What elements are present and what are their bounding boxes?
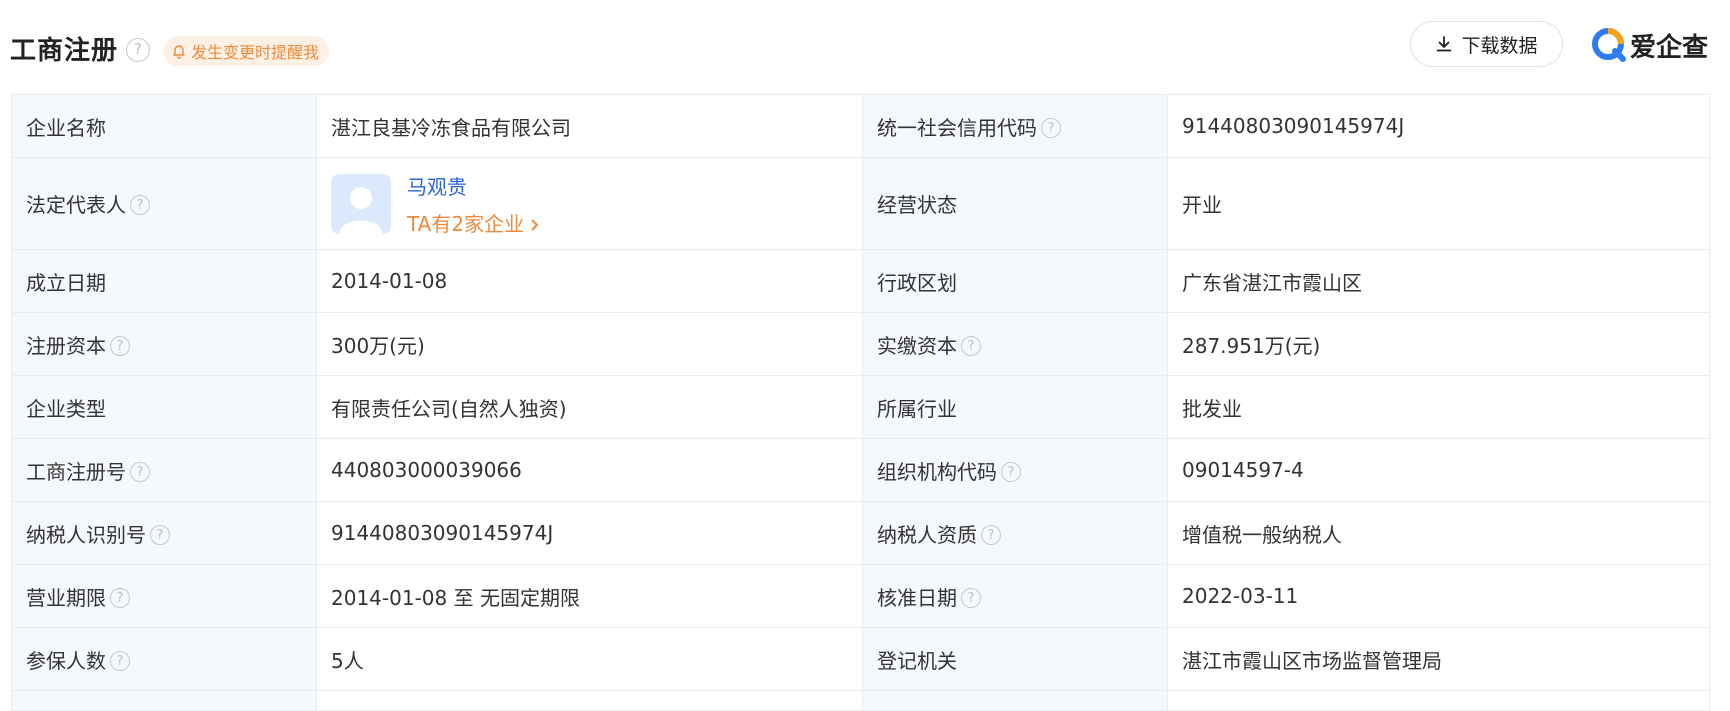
value-admin-region: 广东省湛江市霞山区	[1167, 249, 1710, 313]
value-registered-capital: 300万(元)	[316, 312, 863, 376]
value-insured-count: 5人	[316, 627, 863, 691]
label-taxpayer-qualification: 纳税人资质?	[862, 501, 1168, 565]
table-row: 企业名称 湛江良基冷冻食品有限公司 统一社会信用代码? 914408030901…	[11, 94, 1710, 158]
label-text: 法定代表人	[26, 193, 126, 217]
table-row: 纳税人识别号? 91440803090145974J 纳税人资质? 增值税一般纳…	[11, 501, 1710, 565]
question-circle-icon[interactable]: ?	[126, 38, 150, 62]
label-company-type: 企业类型	[11, 375, 317, 439]
label-text: 实缴资本	[877, 333, 957, 358]
label-paid-capital: 实缴资本?	[862, 312, 1168, 376]
table-row: 营业期限? 2014-01-08 至 无固定期限 核准日期? 2022-03-1…	[11, 564, 1710, 628]
section-header: 工商注册 ? 发生变更时提醒我 下载数据 爱企查	[0, 0, 1730, 94]
table-row: 企业类型 有限责任公司(自然人独资) 所属行业 批发业	[11, 375, 1710, 439]
label-registration-authority: 登记机关	[862, 627, 1168, 691]
value-status: 开业	[1167, 157, 1710, 250]
value-org-code: 09014597-4	[1167, 438, 1710, 502]
download-data-label: 下载数据	[1461, 34, 1538, 57]
label-business-term: 营业期限?	[11, 564, 317, 628]
label-status: 经营状态	[862, 157, 1168, 250]
label-industry: 所属行业	[862, 375, 1168, 439]
label-text: 注册资本	[26, 333, 106, 358]
change-reminder-button[interactable]: 发生变更时提醒我	[163, 36, 330, 66]
value-legal-rep: 马观贵 TA有2家企业	[316, 157, 863, 250]
value-paid-capital: 287.951万(元)	[1167, 312, 1710, 376]
question-circle-icon[interactable]: ?	[150, 524, 170, 545]
legal-rep-companies-link[interactable]: TA有2家企业	[407, 208, 540, 237]
question-circle-icon[interactable]: ?	[1041, 117, 1061, 138]
table-row: 工商注册号? 440803000039066 组织机构代码? 09014597-…	[11, 438, 1710, 502]
chevron-right-icon	[531, 218, 539, 231]
business-registration-table: 企业名称 湛江良基冷冻食品有限公司 统一社会信用代码? 914408030901…	[11, 94, 1710, 711]
value-taxpayer-qualification: 增值税一般纳税人	[1167, 501, 1710, 565]
question-circle-icon[interactable]: ?	[110, 587, 130, 608]
question-circle-icon[interactable]: ?	[110, 335, 130, 356]
table-row: 成立日期 2014-01-08 行政区划 广东省湛江市霞山区	[11, 249, 1710, 313]
change-reminder-label: 发生变更时提醒我	[191, 43, 320, 62]
table-row	[11, 690, 1710, 711]
table-row: 参保人数? 5人 登记机关 湛江市霞山区市场监督管理局	[11, 627, 1710, 691]
label-credit-code: 统一社会信用代码?	[862, 94, 1168, 158]
table-cell	[862, 690, 1168, 711]
question-circle-icon[interactable]: ?	[961, 335, 981, 356]
bell-icon	[173, 45, 185, 59]
label-company-name: 企业名称	[11, 94, 317, 158]
table-cell	[1167, 690, 1710, 711]
value-business-term: 2014-01-08 至 无固定期限	[316, 564, 863, 628]
question-circle-icon[interactable]: ?	[1001, 461, 1021, 482]
label-founded-date: 成立日期	[11, 249, 317, 313]
label-text: 统一社会信用代码	[877, 115, 1037, 140]
label-text: 组织机构代码	[877, 459, 997, 484]
download-icon	[1437, 36, 1452, 52]
label-registration-number: 工商注册号?	[11, 438, 317, 502]
person-placeholder-icon	[339, 186, 383, 234]
question-circle-icon[interactable]: ?	[130, 195, 150, 215]
legal-rep-companies-label: TA有2家企业	[407, 211, 525, 236]
table-row: 法定代表人? 马观贵 TA有2家企业 经营状态 开业	[11, 157, 1710, 250]
question-circle-icon[interactable]: ?	[110, 650, 130, 671]
label-text: 纳税人资质	[877, 522, 977, 547]
value-industry: 批发业	[1167, 375, 1710, 439]
label-text: 核准日期	[877, 585, 957, 610]
download-data-button[interactable]: 下载数据	[1410, 21, 1563, 67]
value-credit-code: 91440803090145974J	[1167, 94, 1710, 158]
legal-rep-name-link[interactable]: 马观贵	[407, 171, 540, 200]
section-title: 工商注册	[10, 36, 119, 66]
value-company-name: 湛江良基冷冻食品有限公司	[316, 94, 863, 158]
label-insured-count: 参保人数?	[11, 627, 317, 691]
value-taxpayer-id: 91440803090145974J	[316, 501, 863, 565]
label-org-code: 组织机构代码?	[862, 438, 1168, 502]
label-legal-rep: 法定代表人?	[11, 157, 317, 250]
label-text: 工商注册号	[26, 459, 126, 484]
table-cell	[11, 690, 317, 711]
brand-logo[interactable]: 爱企查	[1590, 24, 1708, 66]
aiqicha-logo-icon	[1592, 28, 1626, 62]
label-admin-region: 行政区划	[862, 249, 1168, 313]
table-cell	[316, 690, 863, 711]
brand-name: 爱企查	[1630, 32, 1709, 63]
question-circle-icon[interactable]: ?	[981, 524, 1001, 545]
label-approval-date: 核准日期?	[862, 564, 1168, 628]
value-approval-date: 2022-03-11	[1167, 564, 1710, 628]
label-text: 纳税人识别号	[26, 522, 146, 547]
value-registration-authority: 湛江市霞山区市场监督管理局	[1167, 627, 1710, 691]
question-circle-icon[interactable]: ?	[961, 587, 981, 608]
table-row: 注册资本? 300万(元) 实缴资本? 287.951万(元)	[11, 312, 1710, 376]
avatar[interactable]	[331, 173, 391, 234]
label-registered-capital: 注册资本?	[11, 312, 317, 376]
label-text: 参保人数	[26, 648, 106, 673]
value-founded-date: 2014-01-08	[316, 249, 863, 313]
label-taxpayer-id: 纳税人识别号?	[11, 501, 317, 565]
value-registration-number: 440803000039066	[316, 438, 863, 502]
value-company-type: 有限责任公司(自然人独资)	[316, 375, 863, 439]
label-text: 营业期限	[26, 585, 106, 610]
question-circle-icon[interactable]: ?	[130, 461, 150, 482]
